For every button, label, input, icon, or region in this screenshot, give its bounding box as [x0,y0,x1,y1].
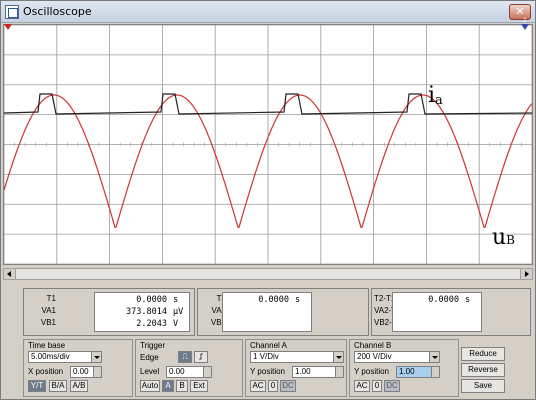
diff-values: 0.0000 s [392,292,482,332]
cursor-t2-marker[interactable] [521,24,529,30]
t1-readout: T1 VA1 VB1 0.0000 s 373.8014 μV 2.2043 V [23,288,195,336]
trigger-title: Trigger [140,341,166,350]
reduce-button[interactable]: Reduce [461,347,505,361]
channel-b-dc-button[interactable]: DC [384,380,400,392]
channel-a-ac-button[interactable]: AC [250,380,266,392]
channel-b-zero-button[interactable]: 0 [372,380,382,392]
mode-yt-button[interactable]: Y/T [28,380,46,392]
x-position-label: X position [28,367,64,376]
window-title: Oscilloscope [23,5,92,18]
channel-b-ypos-input[interactable]: 1.00 [396,366,440,378]
t1-values: 0.0000 s 373.8014 μV 2.2043 V [94,292,190,332]
screen-grid [4,25,532,264]
label-ub: uB [492,225,515,250]
mode-ba-button[interactable]: B/A [49,380,67,392]
channel-b-group: Channel B 200 V/Div Y position 1.00 AC 0… [349,339,459,397]
timebase-scale-select[interactable]: 5.00ms/div [28,351,102,363]
channel-a-ypos-label: Y position [250,367,285,376]
falling-edge-icon[interactable]: ⎎ [194,351,208,363]
channel-a-ypos-input[interactable]: 1.00 [292,366,344,378]
save-button[interactable]: Save [461,379,505,393]
t2-value: 0.0000 [258,295,289,305]
t2-t1-value: 0.0000 [428,295,459,305]
oscilloscope-screen: ia uB [3,24,533,265]
level-label: Level [140,367,160,376]
mode-ab-button[interactable]: A/B [70,380,88,392]
channel-a-dc-button[interactable]: DC [280,380,296,392]
horizontal-scrollbar[interactable] [3,268,533,280]
channel-a-zero-button[interactable]: 0 [268,380,278,392]
close-button[interactable]: ✕ [509,4,531,20]
title-bar[interactable]: Oscilloscope ✕ [1,1,535,23]
vb1-value: 2.2043 [136,319,167,329]
spinner-icon[interactable] [431,367,439,377]
channel-b-ypos-label: Y position [354,367,389,376]
trigger-level-input[interactable]: 0.00 [166,366,212,378]
spinner-icon[interactable] [203,367,211,377]
edge-label: Edge [140,353,159,362]
channel-b-scale-select[interactable]: 200 V/Div [354,351,440,363]
channel-a-title: Channel A [250,341,287,350]
waveform-display: ia uB [4,25,532,264]
oscilloscope-icon [5,5,19,19]
t1-label: T1 [46,294,56,303]
timebase-group: Time base 5.00ms/div X position 0.00 Y/T… [23,339,133,397]
vb1-label: VB1 [40,318,56,327]
t1-value: 0.0000 [136,295,167,305]
va1-label: VA1 [41,306,56,315]
t2-readout: T2 VA2 VB2 0.0000s [197,288,369,336]
va1-value: 373.8014 [126,307,167,317]
reverse-button[interactable]: Reverse [461,363,505,377]
diff-readout: T2-T1 VA2-VA1 VB2-VB1 0.0000 s [371,288,531,336]
cursor-t1-marker[interactable] [4,24,12,30]
label-ia: ia [428,83,443,108]
channel-a-group: Channel A 1 V/Div Y position 1.00 AC 0 D… [245,339,347,397]
chevron-down-icon[interactable] [429,352,439,362]
cursor-t2-label: 2 [523,18,527,24]
trigger-group: Trigger Edge ⎍ ⎎ Level 0.00 Auto A B Ext [135,339,243,397]
chevron-down-icon[interactable] [91,352,101,362]
channel-b-ac-button[interactable]: AC [354,380,370,392]
trigger-b-button[interactable]: B [176,380,188,392]
spinner-icon[interactable] [93,367,101,377]
t2-values: 0.0000 s [222,292,312,332]
oscilloscope-window: Oscilloscope ✕ ia uB 2 T1 VA1 VB1 0.0000… [0,0,536,400]
channel-b-title: Channel B [354,341,392,350]
x-position-input[interactable]: 0.00 [70,366,102,378]
scroll-left-arrow-icon[interactable] [4,269,16,279]
trigger-a-button[interactable]: A [162,380,174,392]
timebase-title: Time base [28,341,66,350]
scroll-right-arrow-icon[interactable] [520,269,532,279]
spinner-icon[interactable] [335,367,343,377]
channel-a-scale-select[interactable]: 1 V/Div [250,351,344,363]
trigger-auto-button[interactable]: Auto [140,380,160,392]
trigger-ext-button[interactable]: Ext [190,380,208,392]
rising-edge-icon[interactable]: ⎍ [178,351,192,363]
chevron-down-icon[interactable] [333,352,343,362]
